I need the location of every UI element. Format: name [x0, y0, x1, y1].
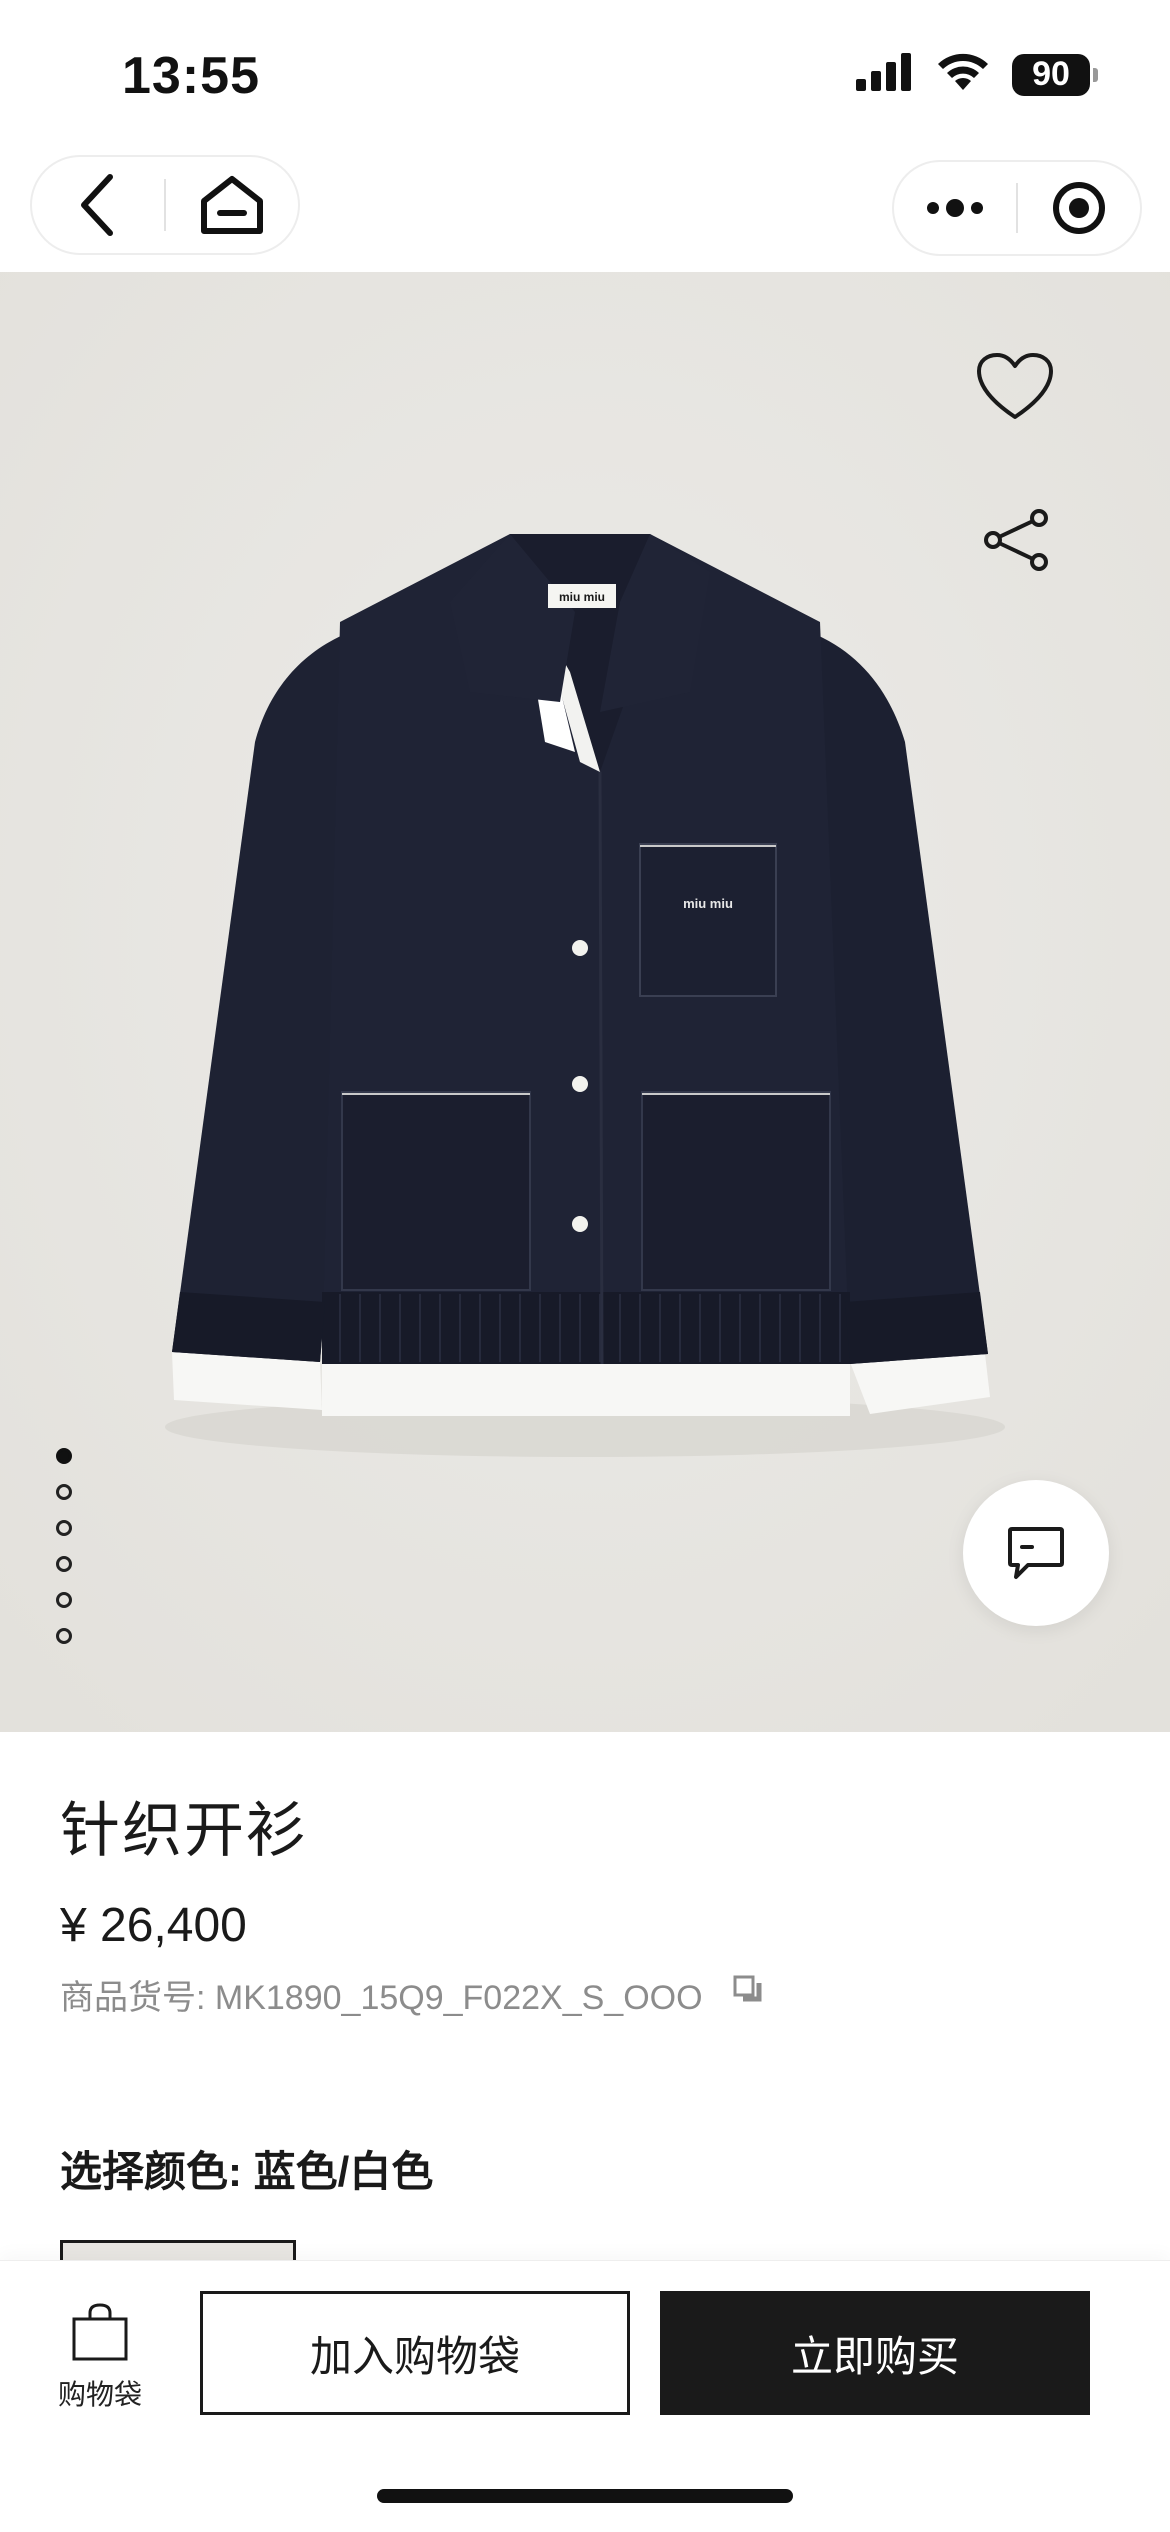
copy-sku-button[interactable]: [731, 1973, 765, 2016]
home-indicator: [377, 2489, 793, 2503]
battery-icon: 90: [1012, 53, 1098, 96]
more-dots-icon: [927, 199, 983, 217]
carousel-indicator: [56, 1448, 72, 1644]
product-title: 针织开衫: [60, 1797, 308, 1864]
back-button[interactable]: [32, 155, 164, 255]
carousel-dot[interactable]: [56, 1628, 72, 1644]
nav-right-capsule: [892, 160, 1142, 256]
bottom-action-bar: 购物袋 加入购物袋 立即购买: [0, 2260, 1170, 2532]
heart-icon: [977, 353, 1053, 419]
buy-now-button[interactable]: 立即购买: [660, 2291, 1090, 2415]
status-indicators: 90: [856, 52, 1098, 97]
product-sku: 商品货号: MK1890_15Q9_F022X_S_OOO: [60, 1979, 703, 2017]
nav-left-capsule: [30, 155, 300, 255]
home-icon: [200, 176, 263, 234]
shopping-bag-label: 购物袋: [57, 2379, 142, 2410]
cellular-signal-icon: [856, 53, 914, 96]
product-price: ¥ 26,400: [60, 1899, 247, 1952]
color-selection-label: 选择颜色: 蓝色/白色: [60, 2148, 434, 2195]
carousel-dot[interactable]: [56, 1484, 72, 1500]
carousel-dot[interactable]: [56, 1520, 72, 1536]
home-button[interactable]: [166, 155, 298, 255]
collar-logo: miu miu: [559, 590, 605, 604]
carousel-dot[interactable]: [56, 1448, 72, 1464]
add-to-bag-button[interactable]: 加入购物袋: [200, 2291, 630, 2415]
battery-level: 90: [1032, 55, 1070, 93]
chevron-left-icon: [81, 174, 113, 236]
share-button[interactable]: [966, 490, 1066, 590]
status-time: 13:55: [122, 47, 260, 105]
share-icon: [984, 509, 1048, 571]
copy-icon: [733, 1975, 762, 2002]
carousel-dot[interactable]: [56, 1556, 72, 1572]
favorite-button[interactable]: [960, 332, 1070, 442]
close-miniprogram-button[interactable]: [1018, 160, 1140, 256]
chat-bubble-icon: [1008, 1527, 1064, 1579]
shopping-bag-icon: [72, 2303, 128, 2361]
more-button[interactable]: [894, 160, 1016, 256]
wifi-icon: [936, 52, 990, 97]
target-circle-icon: [1052, 182, 1105, 234]
pocket-logo: miu miu: [683, 896, 733, 911]
sku-row: 商品货号: MK1890_15Q9_F022X_S_OOO: [60, 1970, 765, 2019]
customer-service-button[interactable]: [963, 1480, 1109, 1626]
shopping-bag-button[interactable]: 购物袋: [54, 2301, 146, 2413]
status-bar: 13:55 90: [0, 0, 1170, 150]
carousel-dot[interactable]: [56, 1592, 72, 1608]
